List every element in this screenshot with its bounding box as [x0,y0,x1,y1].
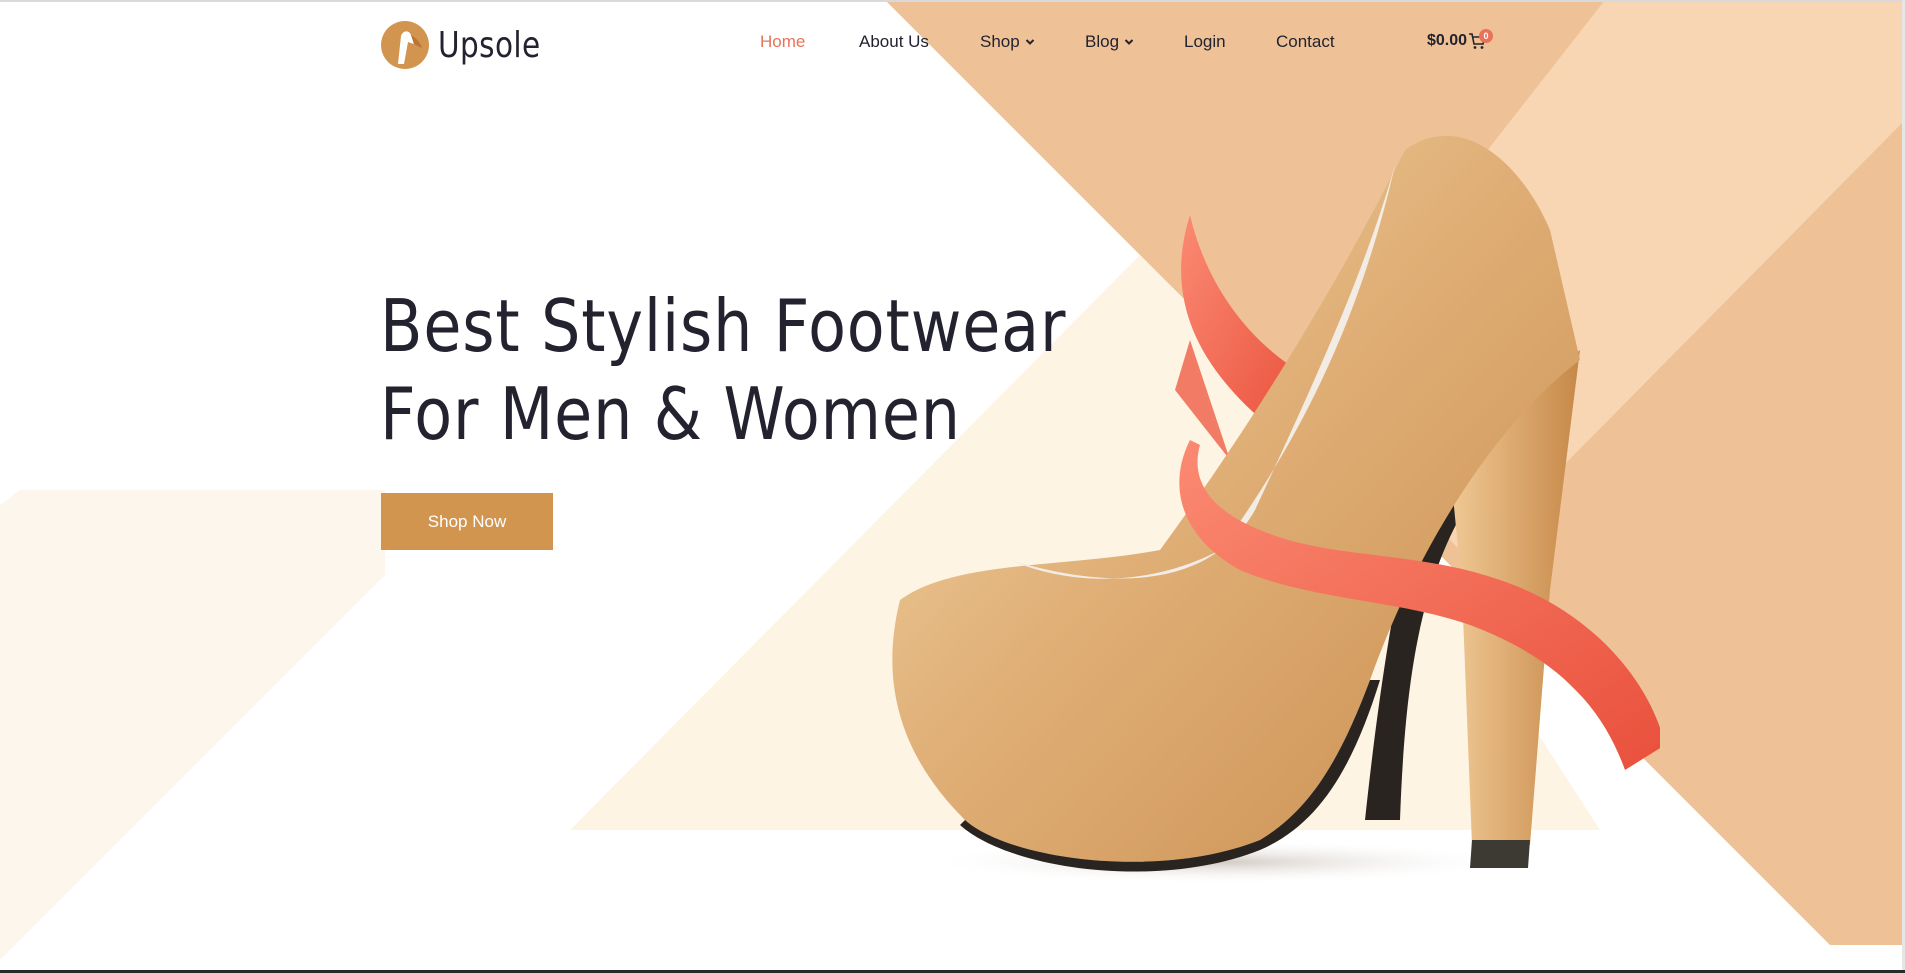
page: Upsole Home About Us Shop Blog Login Con… [0,0,1905,973]
nav-home[interactable]: Home [760,32,805,52]
cart-count-badge: 0 [1479,29,1493,43]
nav-shop[interactable]: Shop [980,32,1035,52]
high-heel-logo-icon [381,21,429,69]
nav-about-us-label: About Us [859,32,929,51]
cart-button[interactable]: $0.00 0 [1427,29,1493,50]
nav-home-label: Home [760,32,806,51]
nav-blog[interactable]: Blog [1085,32,1134,52]
nav-login-label: Login [1184,32,1226,51]
site-header: Upsole Home About Us Shop Blog Login Con… [0,0,1905,92]
shop-now-button[interactable]: Shop Now [381,493,553,550]
chevron-down-icon [1124,39,1134,45]
brand-name: Upsole [438,24,541,66]
brand-logo[interactable]: Upsole [380,20,563,70]
hero-shoe-image [892,135,1660,884]
nav-about-us[interactable]: About Us [859,32,929,52]
nav-login[interactable]: Login [1184,32,1226,52]
cart-total: $0.00 [1427,32,1468,49]
nav-shop-label: Shop [980,32,1020,51]
nav-blog-label: Blog [1085,32,1120,51]
nav-contact[interactable]: Contact [1276,32,1335,52]
nav-contact-label: Contact [1276,32,1335,51]
chevron-down-icon [1025,39,1034,45]
